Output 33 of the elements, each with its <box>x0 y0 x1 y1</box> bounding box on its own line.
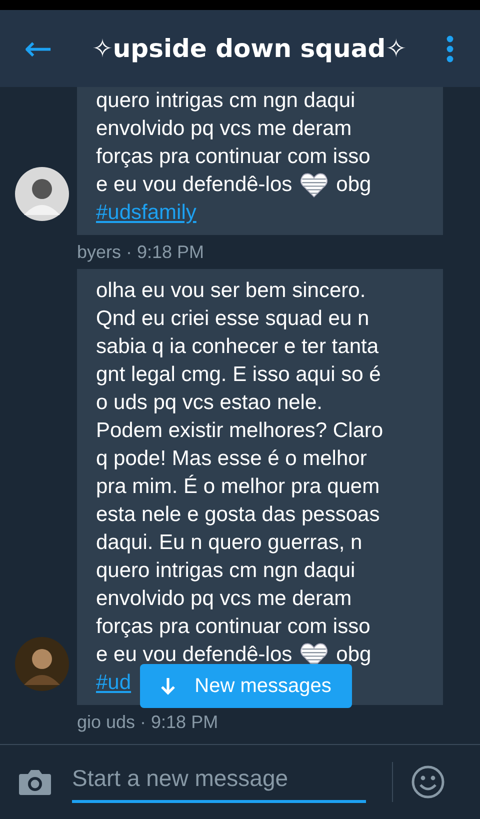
smiley-icon[interactable] <box>411 765 445 799</box>
more-icon[interactable] <box>446 34 454 62</box>
avatar <box>15 167 69 221</box>
message-text: sabia q ia conhecer e ter tanta <box>96 334 379 360</box>
message-text: gnt legal cmg. E isso aqui so é <box>96 362 381 388</box>
hashtag-link[interactable]: #udsfamily <box>96 199 196 227</box>
message-text: envolvido pq vcs me deram <box>96 586 352 612</box>
message-text: Qnd eu criei esse squad eu n <box>96 306 370 332</box>
message-text: Podem existir melhores? Claro <box>96 418 384 444</box>
message-text: obg <box>336 172 372 198</box>
chat-title: ✧upside down squad✧ <box>90 34 408 63</box>
message-text: e eu vou defendê-los <box>96 172 292 198</box>
camera-icon[interactable] <box>18 768 52 796</box>
message-text: forças pra continuar com isso <box>96 614 370 640</box>
message-text: olha eu vou ser bem sincero. <box>96 278 366 304</box>
message-text: quero intrigas cm ngn daqui <box>96 88 356 114</box>
message-meta: gio uds · 9:18 PM <box>77 711 218 733</box>
message-text: o uds pq vcs estao nele. <box>96 390 322 416</box>
message-text: q pode! Mas esse é o melhor <box>96 446 367 472</box>
message-text: quero intrigas cm ngn daqui <box>96 558 356 584</box>
back-button[interactable]: ← <box>24 32 52 66</box>
hashtag-link[interactable]: #ud <box>96 669 132 697</box>
message-text: daqui. Eu n quero guerras, n <box>96 530 362 556</box>
avatar <box>15 637 69 691</box>
heart-icon <box>299 172 330 198</box>
arrow-down-icon <box>160 677 175 695</box>
message-text: forças pra continuar com isso <box>96 144 370 170</box>
message-text: pra mim. É o melhor pra quem <box>96 474 380 500</box>
message-input[interactable]: Start a new message <box>72 761 366 803</box>
message-text: envolvido pq vcs me deram <box>96 116 352 142</box>
message-meta: byers · 9:18 PM <box>77 241 204 263</box>
message-text: esta nele e gosta das pessoas <box>96 502 380 528</box>
new-messages-button[interactable]: New messages <box>140 664 352 708</box>
